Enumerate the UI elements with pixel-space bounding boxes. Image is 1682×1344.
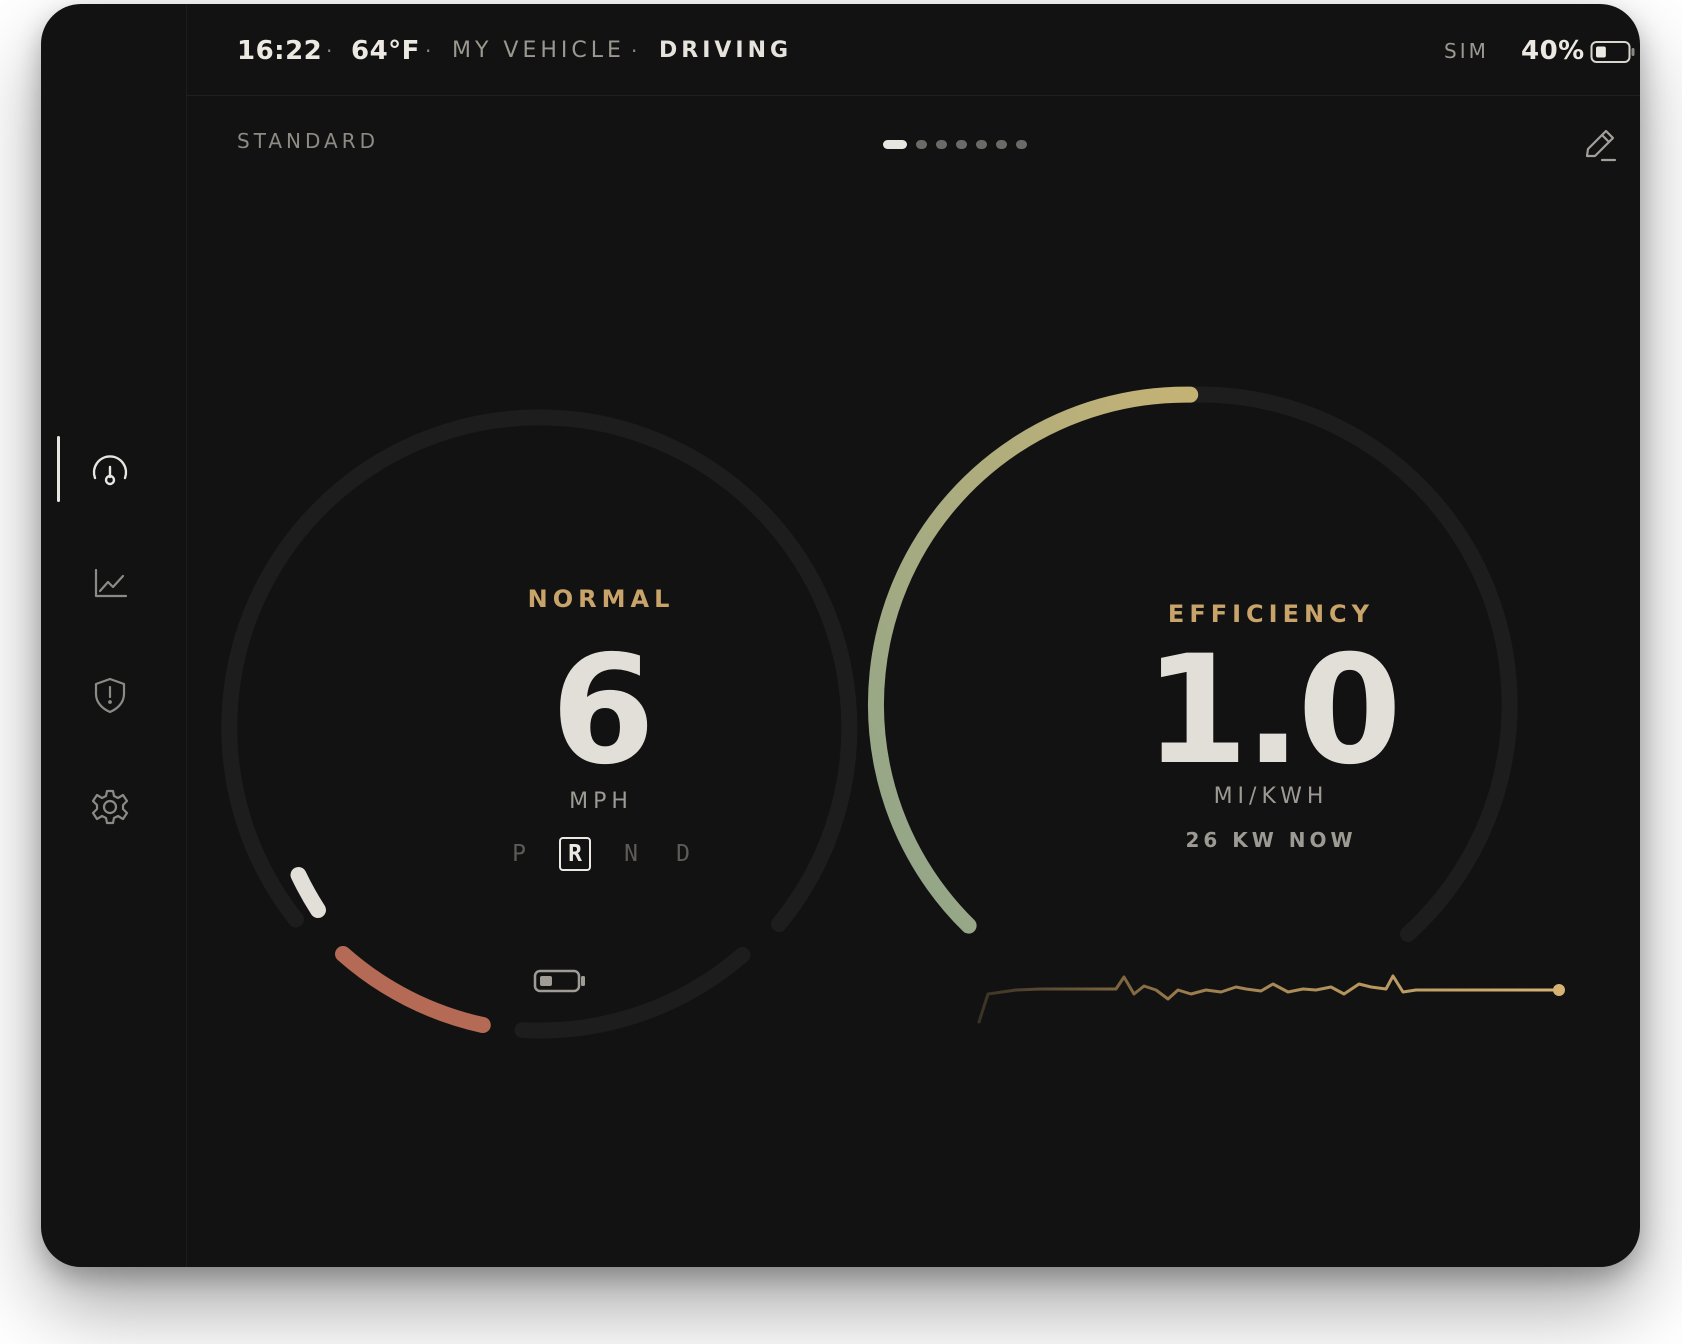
battery-icon	[533, 969, 585, 993]
gear-r[interactable]: R	[559, 837, 591, 871]
power-readout: 26 KW NOW	[1185, 828, 1357, 852]
device-screen: 16:22 · 64°F · MY VEHICLE · DRIVING SIM …	[41, 4, 1640, 1267]
speed-gauge-track-lower	[514, 947, 751, 1039]
efficiency-unit: MI/KWH	[1213, 784, 1329, 809]
power-trace	[977, 974, 1561, 1024]
gear-n[interactable]: N	[619, 841, 643, 867]
power-trace-endpoint	[1553, 984, 1565, 996]
speed-value: 6	[550, 624, 655, 798]
speed-unit: MPH	[569, 789, 633, 814]
speed-arc	[290, 867, 326, 918]
stage: 16:22 · 64°F · MY VEHICLE · DRIVING SIM …	[0, 0, 1682, 1344]
drive-mode-title: NORMAL	[527, 585, 675, 613]
regen-arc	[335, 946, 491, 1033]
gear-selector: PRND	[481, 836, 721, 872]
gear-d[interactable]: D	[671, 841, 695, 867]
efficiency-value: 1.0	[1144, 624, 1402, 798]
gear-p[interactable]: P	[507, 841, 531, 867]
